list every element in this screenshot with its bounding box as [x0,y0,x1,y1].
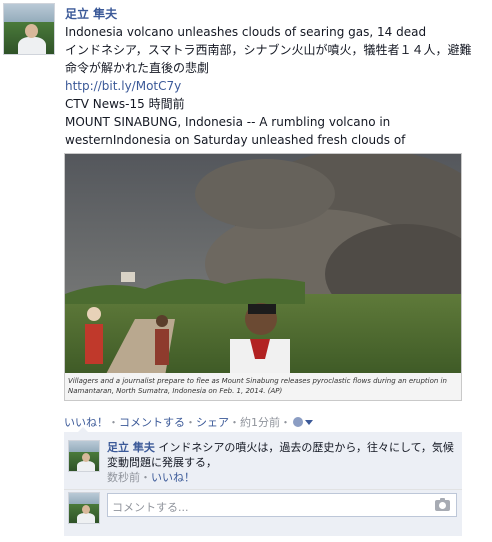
post-author-link[interactable]: 足立 隼夫 [65,5,485,23]
headline-ja: インドネシア，スマトラ西南部，シナブン火山が噴火，犠牲者１４人，避難命令が解かれ… [65,43,472,75]
photo-caption: Villagers and a journalist prepare to fl… [65,373,461,400]
comment-author-link[interactable]: 足立 隼夫 [107,441,155,454]
camera-icon[interactable] [435,498,450,511]
comment-text: インドネシアの噴火は，過去の歴史から，往々にして，気候変動問題に発展する， [107,441,454,469]
post-photo[interactable]: Villagers and a journalist prepare to fl… [64,153,462,401]
separator: ・ [108,416,119,429]
commenter-avatar[interactable] [68,440,100,472]
post-content: 足立 隼夫 Indonesia volcano unleashes clouds… [65,5,485,149]
comments-section: 足立 隼夫 インドネシアの噴火は，過去の歴史から，往々にして，気候変動問題に発展… [64,427,462,536]
comment-input-placeholder: コメントする... [112,501,189,514]
comment-input[interactable]: コメントする... [107,493,457,517]
volcano-photo-image [65,154,461,400]
link-excerpt: MOUNT SINABUNG, Indonesia -- A rumbling … [65,115,406,147]
viewer-avatar[interactable] [68,492,100,524]
separator: ・ [229,416,240,429]
link-source: CTV News-15 時間前 [65,97,185,111]
separator: ・ [140,471,151,484]
separator: ・ [185,416,196,429]
separator: ・ [280,416,291,429]
shared-link[interactable]: http://bit.ly/MotC7y [65,79,181,93]
comment-body: 足立 隼夫 インドネシアの噴火は，過去の歴史から，往々にして，気候変動問題に発展… [107,440,457,485]
headline-en: Indonesia volcano unleashes clouds of se… [65,25,427,39]
post-timestamp[interactable]: 約1分前 [240,416,280,429]
globe-icon[interactable] [293,417,303,427]
comment-item: 足立 隼夫 インドネシアの噴火は，過去の歴史から，往々にして，気候変動問題に発展… [64,436,462,486]
comments-notch [78,427,88,432]
share-link[interactable]: シェア [196,416,229,429]
comment-like-link[interactable]: いいね！ [151,471,195,484]
reply-box: コメントする... [64,490,462,536]
comment-time[interactable]: 数秒前 [107,471,140,484]
chevron-down-icon[interactable] [305,420,313,425]
author-avatar[interactable] [3,3,55,55]
comment-link[interactable]: コメントする [119,416,185,429]
post-actions: いいね！・コメントする・シェア・約1分前・ [64,414,313,430]
